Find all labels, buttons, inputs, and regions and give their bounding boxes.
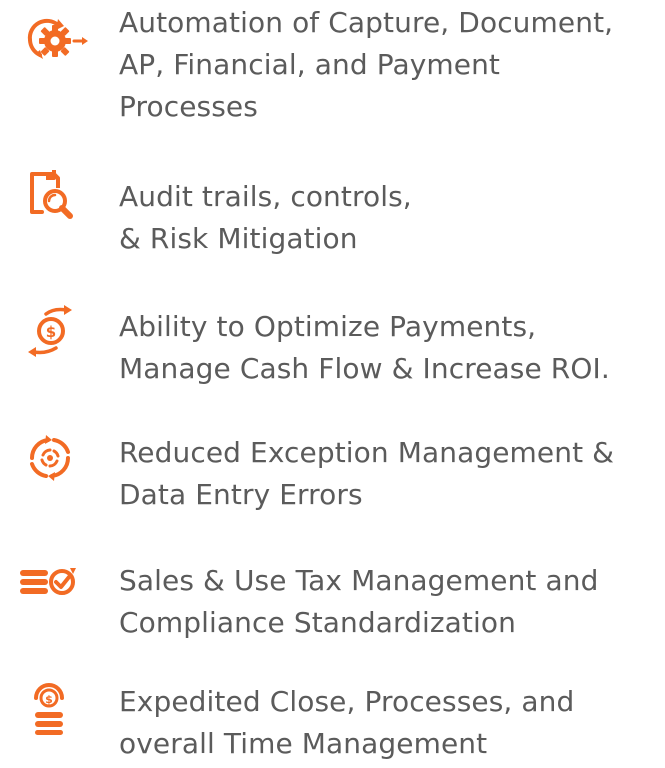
- feature-list: Automation of Capture, Document, AP, Fin…: [0, 0, 665, 768]
- feature-line: Manage Cash Flow & Increase ROI.: [119, 352, 610, 385]
- feature-text: Sales & Use Tax Management and Complianc…: [119, 560, 659, 644]
- svg-text:$: $: [45, 693, 53, 706]
- circular-cycle-icon: [18, 428, 90, 488]
- feature-line: & Risk Mitigation: [119, 222, 358, 255]
- gear-arrows-icon: [18, 10, 90, 70]
- feature-line: Ability to Optimize Payments,: [119, 310, 537, 343]
- dollar-coin-stack-icon: $: [18, 676, 90, 736]
- dollar-exchange-arrows-icon: $: [18, 298, 90, 358]
- feature-text: Audit trails, controls, & Risk Mitigatio…: [119, 176, 659, 260]
- feature-line: Expedited Close, Processes, and: [119, 685, 575, 718]
- feature-text: Ability to Optimize Payments, Manage Cas…: [119, 306, 659, 390]
- feature-line: overall Time Management: [119, 727, 488, 760]
- feature-line: Audit trails, controls,: [119, 180, 412, 213]
- feature-line: Compliance Standardization: [119, 606, 516, 639]
- feature-line: Sales & Use Tax Management and: [119, 564, 599, 597]
- feature-line: Processes: [119, 90, 258, 123]
- feature-text: Expedited Close, Processes, and overall …: [119, 681, 659, 765]
- coins-checkmark-icon: [18, 552, 90, 612]
- document-magnifier-icon: [18, 166, 90, 226]
- feature-text: Reduced Exception Management & Data Entr…: [119, 432, 659, 516]
- feature-line: Automation of Capture, Document,: [119, 6, 614, 39]
- svg-text:$: $: [46, 323, 56, 341]
- feature-text: Automation of Capture, Document, AP, Fin…: [119, 2, 659, 128]
- feature-line: Data Entry Errors: [119, 478, 363, 511]
- feature-line: Reduced Exception Management &: [119, 436, 615, 469]
- feature-line: AP, Financial, and Payment: [119, 48, 501, 81]
